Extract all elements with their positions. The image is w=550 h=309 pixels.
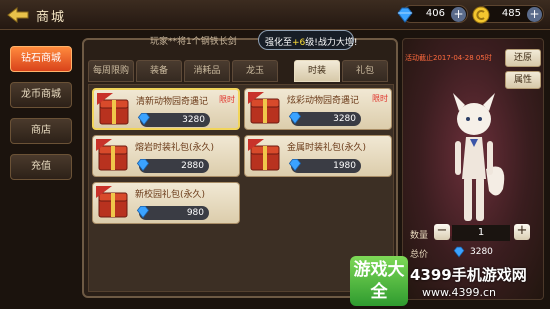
- back-arrow-icon[interactable]: [4, 4, 32, 26]
- tab-dragon-jade[interactable]: 龙玉: [232, 60, 278, 82]
- gem-icon: [136, 206, 150, 219]
- gift-chest-icon: [97, 93, 129, 125]
- shop-item-card[interactable]: 炫彩动物园奇遇记 限时 3280: [244, 88, 392, 130]
- category-tabs: 每周限购 装备 消耗品 龙玉 时装 礼包: [88, 60, 394, 82]
- gem-balance: 406 +: [397, 5, 468, 23]
- gift-chest-icon: [248, 92, 280, 124]
- watermark-site-name: 4399手机游戏网: [410, 266, 527, 284]
- gift-chest-icon: [248, 139, 280, 171]
- top-bar: 商城 406 + 485 +: [0, 0, 550, 30]
- add-gems-button[interactable]: +: [451, 7, 466, 22]
- decrease-quantity-button[interactable]: −: [434, 224, 450, 240]
- shop-item-card[interactable]: 金属时装礼包(永久) 1980: [244, 135, 392, 177]
- banner-prefix: 玩家**将1个钢铁长剑: [150, 37, 237, 47]
- shop-item-card[interactable]: 熔岩时装礼包(永久) 2880: [92, 135, 240, 177]
- item-name: 清新动物园奇遇记: [136, 97, 209, 107]
- gem-icon: [397, 7, 413, 23]
- broadcast-banner: 玩家**将1个钢铁长剑 强化至+6级!战力大增!: [150, 30, 360, 50]
- item-name: 新校园礼包(永久): [135, 190, 206, 200]
- nav-diamond-shop[interactable]: 钻石商城: [10, 46, 72, 72]
- shop-item-card[interactable]: 清新动物园奇遇记 限时 3280: [92, 88, 240, 130]
- tab-equipment[interactable]: 装备: [136, 60, 182, 82]
- limited-time-flag: 限时: [372, 94, 388, 103]
- watermark-logo: 游戏大全: [350, 256, 408, 306]
- gold-balance: 485 +: [472, 5, 544, 24]
- gold-coin-icon: [472, 6, 490, 24]
- quantity-label: 数量: [410, 231, 429, 241]
- restore-button[interactable]: 还原: [505, 49, 541, 67]
- event-deadline: 活动截止2017-04-28 05时: [405, 54, 492, 62]
- attributes-button[interactable]: 属性: [505, 71, 541, 89]
- tab-consumables[interactable]: 消耗品: [184, 60, 230, 82]
- quantity-stepper: − 1 +: [434, 224, 530, 242]
- tab-gift-pack[interactable]: 礼包: [342, 60, 388, 82]
- gem-icon: [288, 112, 302, 125]
- banner-scroll: 强化至+6级!战力大增!: [258, 30, 358, 50]
- tab-weekly-limited[interactable]: 每周限购: [88, 60, 134, 82]
- item-name: 熔岩时装礼包(永久): [135, 143, 215, 153]
- item-name: 金属时装礼包(永久): [287, 143, 367, 153]
- nav-recharge[interactable]: 充值: [10, 154, 72, 180]
- nav-dragon-coin-shop[interactable]: 龙币商城: [10, 82, 72, 108]
- nav-store[interactable]: 商店: [10, 118, 72, 144]
- limited-time-flag: 限时: [219, 95, 235, 104]
- gem-icon: [136, 159, 150, 172]
- gift-chest-icon: [96, 139, 128, 171]
- gold-count: 485: [501, 8, 521, 19]
- gift-chest-icon: [96, 186, 128, 218]
- increase-quantity-button[interactable]: +: [514, 224, 530, 240]
- item-name: 炫彩动物园奇遇记: [287, 96, 360, 106]
- quantity-value[interactable]: 1: [452, 225, 510, 241]
- gem-icon: [137, 113, 151, 126]
- page-title: 商城: [36, 10, 67, 25]
- item-grid: 清新动物园奇遇记 限时 3280 炫彩动物园奇遇记 限时 3280 熔岩时装礼包…: [88, 84, 394, 292]
- add-gold-button[interactable]: +: [527, 7, 542, 22]
- tab-fashion[interactable]: 时装: [294, 60, 340, 82]
- site-watermark: 游戏大全 4399手机游戏网 www.4399.cn: [350, 256, 550, 309]
- gem-count: 406: [425, 8, 445, 19]
- watermark-url: www.4399.cn: [422, 286, 496, 299]
- gem-icon: [288, 159, 302, 172]
- character-model[interactable]: [433, 89, 515, 239]
- banner-text: 强化至+6级!战力大增!: [265, 38, 358, 48]
- shop-item-card[interactable]: 新校园礼包(永久) 980: [92, 182, 240, 224]
